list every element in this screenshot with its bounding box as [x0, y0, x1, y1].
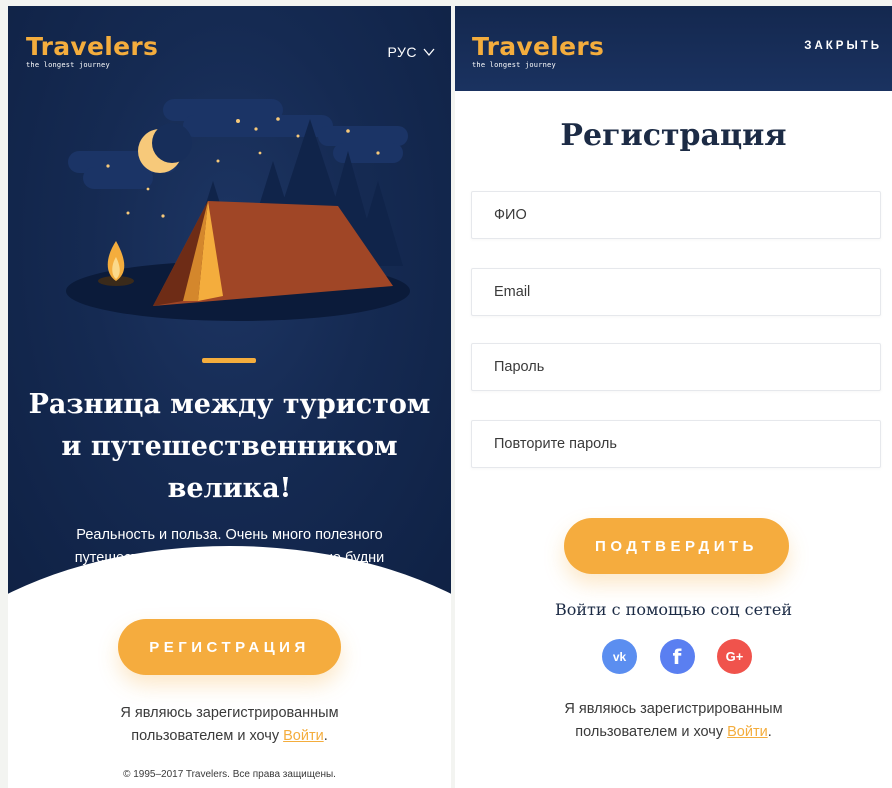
password-field[interactable]	[471, 343, 881, 391]
logo[interactable]: Travelers the longest journey	[26, 32, 159, 70]
already-registered-text: Я являюсь зарегистрированным пользовател…	[68, 702, 391, 748]
facebook-icon[interactable]: f	[659, 639, 695, 674]
vk-icon[interactable]: vk	[602, 639, 637, 674]
login-link[interactable]: Войти	[283, 728, 324, 744]
landing-screen: Travelers the longest journey РУС Разниц…	[8, 6, 451, 788]
hero-headline: Разница между туристом и путешественнико…	[28, 389, 431, 504]
period: .	[323, 728, 328, 744]
already-registered-text: Я являюсь зарегистрированным пользовател…	[512, 698, 835, 744]
email-field[interactable]	[471, 268, 881, 316]
registration-screen: Travelers the longest journey ЗАКРЫТЬ Ре…	[455, 6, 892, 788]
hero-background	[8, 6, 451, 746]
header: Travelers the longest journey ЗАКРЫТЬ	[455, 6, 892, 91]
confirm-button[interactable]: ПОДТВЕРДИТЬ	[564, 518, 789, 574]
google-plus-icon[interactable]: G+	[717, 639, 752, 674]
logo[interactable]: Travelers the longest journey	[472, 32, 605, 70]
hero-lead: Реальность и польза. Очень много полезно…	[63, 527, 396, 589]
register-button[interactable]: РЕГИСТРАЦИЯ	[118, 619, 341, 675]
registration-title: Регистрация	[560, 118, 787, 153]
close-button[interactable]: ЗАКРЫТЬ	[804, 40, 882, 52]
accent-divider	[202, 358, 256, 363]
logo-subtitle: the longest journey	[26, 61, 110, 69]
language-selector[interactable]: РУС	[387, 44, 435, 60]
login-link[interactable]: Войти	[727, 724, 768, 740]
repeat-password-field[interactable]	[471, 420, 881, 468]
camping-illustration	[66, 99, 410, 321]
period: .	[767, 724, 772, 740]
logo-title: Travelers	[472, 32, 605, 61]
copyright: © 1995–2017 Travelers. Все права защищен…	[123, 769, 336, 780]
social-login-title: Войти с помощью соц сетей	[554, 600, 793, 619]
chevron-down-icon	[423, 48, 435, 57]
logo-title: Travelers	[26, 32, 159, 61]
name-field[interactable]	[471, 191, 881, 239]
social-buttons: vk f G+	[602, 639, 752, 675]
language-label: РУС	[387, 44, 417, 60]
logo-subtitle: the longest journey	[472, 61, 556, 69]
